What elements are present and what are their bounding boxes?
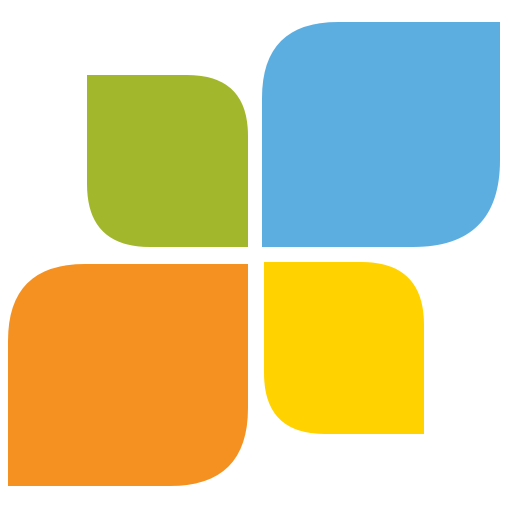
green-petal-icon xyxy=(87,75,248,247)
blue-petal-icon xyxy=(262,22,500,247)
orange-petal-icon xyxy=(8,264,248,486)
yellow-petal-icon xyxy=(264,262,424,434)
four-petal-logo-icon xyxy=(8,22,500,486)
logo-stage xyxy=(0,0,512,512)
